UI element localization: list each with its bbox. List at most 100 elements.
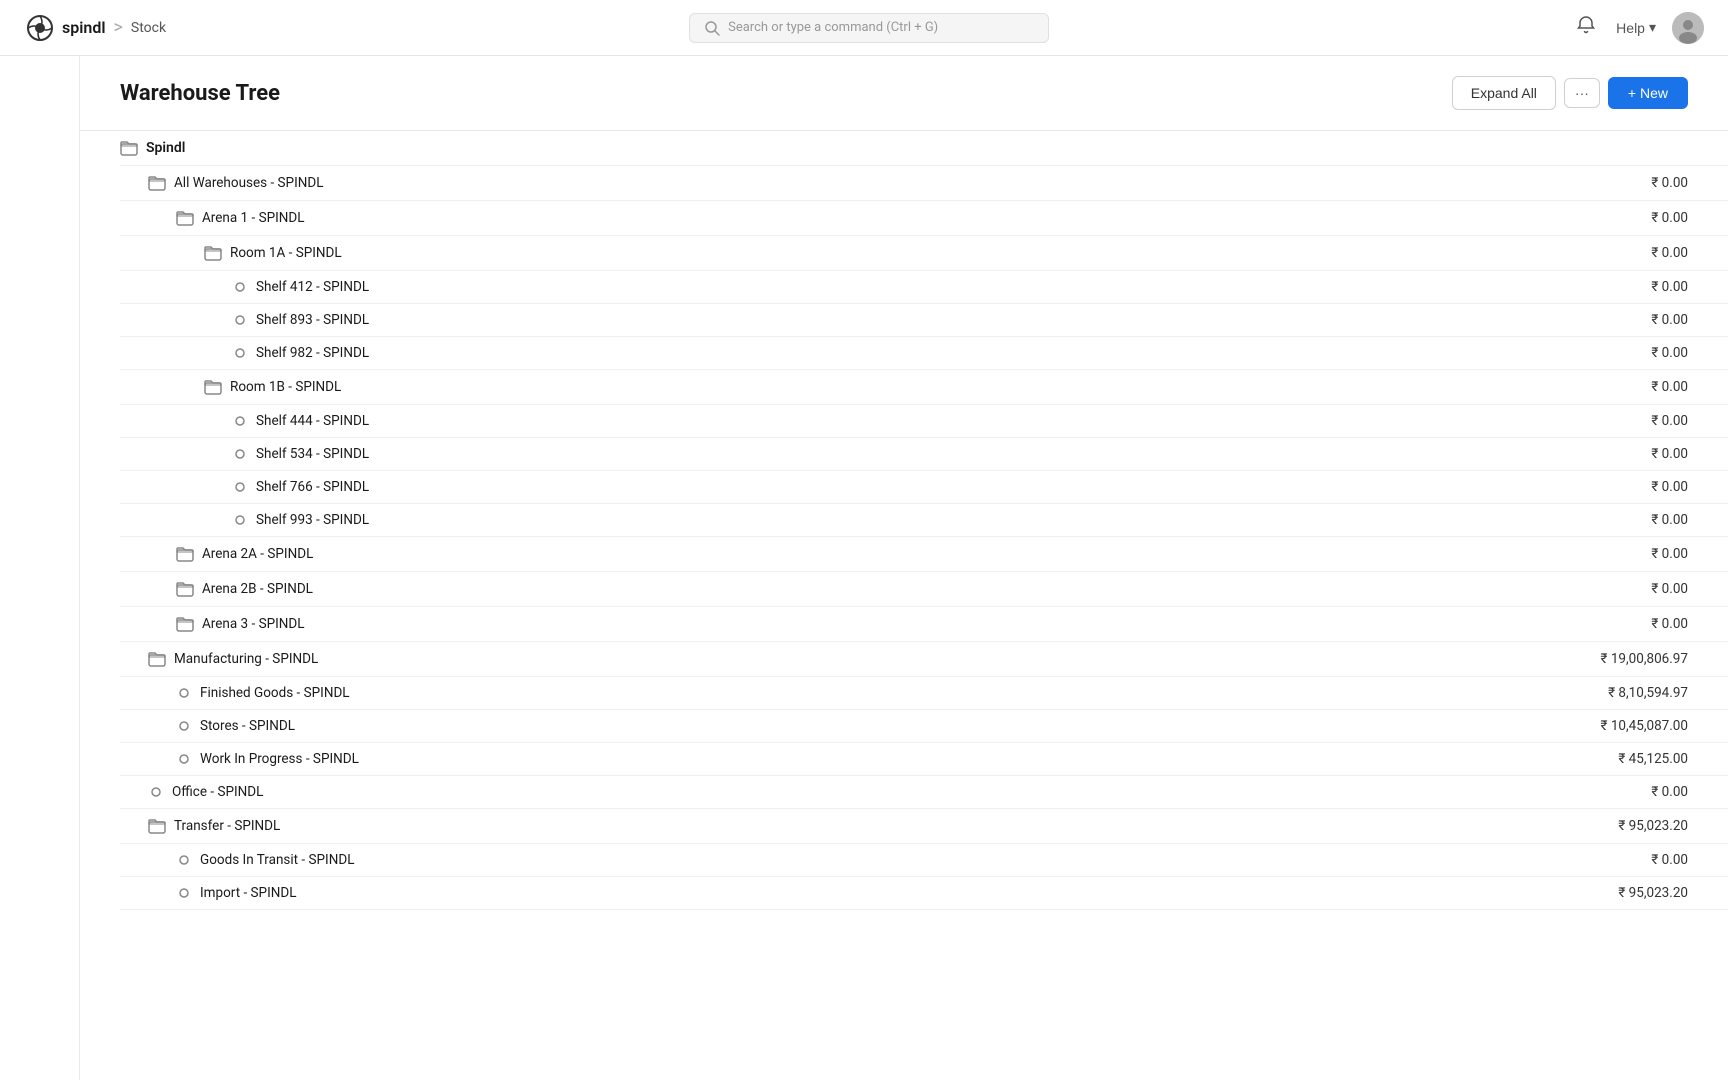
- tree-label-arena1: Arena 1 - SPINDL: [202, 210, 305, 226]
- tree-label-shelf766: Shelf 766 - SPINDL: [256, 479, 369, 495]
- tree-value-stores: ₹ 10,45,087.00: [1601, 718, 1689, 734]
- tree-value-transfer: ₹ 95,023.20: [1618, 818, 1688, 834]
- page-wrapper: Warehouse Tree Expand All ··· + New Spin…: [0, 56, 1728, 1080]
- tree-container: SpindlAll Warehouses - SPINDL₹ 0.00Arena…: [80, 131, 1728, 910]
- tree-label-stores: Stores - SPINDL: [200, 718, 295, 734]
- tree-value-office: ₹ 0.00: [1651, 784, 1688, 800]
- dot-icon-goods-in-transit: [176, 852, 192, 868]
- help-label: Help: [1616, 20, 1645, 36]
- dot-icon-stores: [176, 718, 192, 734]
- tree-label-all-warehouses: All Warehouses - SPINDL: [174, 175, 324, 191]
- tree-label-shelf534: Shelf 534 - SPINDL: [256, 446, 369, 462]
- tree-row-manufacturing[interactable]: Manufacturing - SPINDL ₹ 19,00,806.97: [120, 642, 1728, 677]
- search-bar[interactable]: Search or type a command (Ctrl + G): [689, 13, 1049, 43]
- folder-icon-transfer: [148, 817, 166, 835]
- tree-row-shelf893[interactable]: Shelf 893 - SPINDL₹ 0.00: [120, 304, 1728, 337]
- new-button[interactable]: + New: [1608, 77, 1688, 109]
- tree-label-goods-in-transit: Goods In Transit - SPINDL: [200, 852, 354, 868]
- tree-row-goods-in-transit[interactable]: Goods In Transit - SPINDL ₹ 0.00: [120, 844, 1728, 877]
- tree-value-arena1: ₹ 0.00: [1651, 210, 1688, 226]
- sidebar-strip: [0, 56, 80, 1080]
- folder-icon-arena1: [176, 209, 194, 227]
- tree-row-room1a[interactable]: Room 1A - SPINDL ₹ 0.00: [120, 236, 1728, 271]
- tree-row-transfer[interactable]: Transfer - SPINDL ₹ 95,023.20: [120, 809, 1728, 844]
- tree-value-goods-in-transit: ₹ 0.00: [1651, 852, 1688, 868]
- tree-label-transfer: Transfer - SPINDL: [174, 818, 280, 834]
- tree-row-arena3[interactable]: Arena 3 - SPINDL₹ 0.00: [120, 607, 1728, 642]
- tree-row-all-warehouses[interactable]: All Warehouses - SPINDL₹ 0.00: [120, 166, 1728, 201]
- help-button[interactable]: Help ▾: [1616, 19, 1656, 36]
- tree-value-shelf982: ₹ 0.00: [1651, 345, 1688, 361]
- tree-label-shelf444: Shelf 444 - SPINDL: [256, 413, 369, 429]
- dot-icon-shelf993: [232, 512, 248, 528]
- tree-value-shelf766: ₹ 0.00: [1651, 479, 1688, 495]
- tree-row-arena2b[interactable]: Arena 2B - SPINDL₹ 0.00: [120, 572, 1728, 607]
- tree-row-stores[interactable]: Stores - SPINDL ₹ 10,45,087.00: [120, 710, 1728, 743]
- tree-row-shelf766[interactable]: Shelf 766 - SPINDL ₹ 0.00: [120, 471, 1728, 504]
- page-title: Warehouse Tree: [120, 81, 280, 106]
- folder-icon-arena2a: [176, 545, 194, 563]
- avatar-image: [1672, 12, 1704, 44]
- breadcrumb-stock[interactable]: Stock: [131, 20, 166, 36]
- tree-label-shelf412: Shelf 412 - SPINDL: [256, 279, 369, 295]
- dot-icon-office: [148, 784, 164, 800]
- tree-value-room1b: ₹ 0.00: [1651, 379, 1688, 395]
- tree-value-shelf893: ₹ 0.00: [1651, 312, 1688, 328]
- tree-row-room1b[interactable]: Room 1B - SPINDL ₹ 0.00: [120, 370, 1728, 405]
- tree-value-shelf444: ₹ 0.00: [1651, 413, 1688, 429]
- folder-icon-all-warehouses: [148, 174, 166, 192]
- navbar-center: Search or type a command (Ctrl + G): [166, 13, 1572, 43]
- tree-label-office: Office - SPINDL: [172, 784, 263, 800]
- tree-row-shelf444[interactable]: Shelf 444 - SPINDL ₹ 0.00: [120, 405, 1728, 438]
- search-icon: [704, 20, 720, 36]
- dot-icon-shelf982: [232, 345, 248, 361]
- tree-row-finished-goods[interactable]: Finished Goods - SPINDL₹ 8,10,594.97: [120, 677, 1728, 710]
- tree-label-shelf993: Shelf 993 - SPINDL: [256, 512, 369, 528]
- tree-row-spindl[interactable]: Spindl: [120, 131, 1728, 166]
- tree-row-shelf982[interactable]: Shelf 982 - SPINDL₹ 0.00: [120, 337, 1728, 370]
- avatar[interactable]: [1672, 12, 1704, 44]
- dot-icon-shelf766: [232, 479, 248, 495]
- expand-all-button[interactable]: Expand All: [1452, 76, 1556, 110]
- dot-icon-finished-goods: [176, 685, 192, 701]
- tree-row-arena2a[interactable]: Arena 2A - SPINDL ₹ 0.00: [120, 537, 1728, 572]
- brand-logo-link[interactable]: spindl: [24, 12, 105, 44]
- folder-icon-arena2b: [176, 580, 194, 598]
- tree-value-manufacturing: ₹ 19,00,806.97: [1601, 651, 1689, 667]
- tree-label-arena2a: Arena 2A - SPINDL: [202, 546, 313, 562]
- dot-icon-shelf412: [232, 279, 248, 295]
- tree-label-wip: Work In Progress - SPINDL: [200, 751, 359, 767]
- navbar: spindl > Stock Search or type a command …: [0, 0, 1728, 56]
- more-options-button[interactable]: ···: [1564, 78, 1600, 108]
- tree-label-manufacturing: Manufacturing - SPINDL: [174, 651, 318, 667]
- main-area: Warehouse Tree Expand All ··· + New Spin…: [80, 56, 1728, 1080]
- brand-name: spindl: [62, 18, 105, 37]
- bell-icon: [1576, 15, 1596, 35]
- dot-icon-shelf893: [232, 312, 248, 328]
- notifications-button[interactable]: [1572, 11, 1600, 44]
- tree-value-room1a: ₹ 0.00: [1651, 245, 1688, 261]
- tree-row-import[interactable]: Import - SPINDL₹ 95,023.20: [120, 877, 1728, 910]
- tree-value-wip: ₹ 45,125.00: [1618, 751, 1688, 767]
- tree-row-shelf412[interactable]: Shelf 412 - SPINDL ₹ 0.00: [120, 271, 1728, 304]
- dot-icon-wip: [176, 751, 192, 767]
- tree-value-shelf412: ₹ 0.00: [1651, 279, 1688, 295]
- tree-row-office[interactable]: Office - SPINDL ₹ 0.00: [120, 776, 1728, 809]
- help-chevron-icon: ▾: [1649, 19, 1656, 36]
- tree-row-shelf534[interactable]: Shelf 534 - SPINDL ₹ 0.00: [120, 438, 1728, 471]
- tree-value-arena2a: ₹ 0.00: [1651, 546, 1688, 562]
- tree-row-wip[interactable]: Work In Progress - SPINDL ₹ 45,125.00: [120, 743, 1728, 776]
- tree-value-arena3: ₹ 0.00: [1651, 616, 1688, 632]
- folder-icon-manufacturing: [148, 650, 166, 668]
- dot-icon-import: [176, 885, 192, 901]
- tree-label-import: Import - SPINDL: [200, 885, 297, 901]
- folder-icon-spindl: [120, 139, 138, 157]
- tree-label-spindl: Spindl: [146, 140, 185, 156]
- spindl-logo-icon: [24, 12, 56, 44]
- tree-label-room1a: Room 1A - SPINDL: [230, 245, 342, 261]
- tree-row-shelf993[interactable]: Shelf 993 - SPINDL₹ 0.00: [120, 504, 1728, 537]
- tree-label-room1b: Room 1B - SPINDL: [230, 379, 341, 395]
- folder-icon-arena3: [176, 615, 194, 633]
- tree-value-shelf534: ₹ 0.00: [1651, 446, 1688, 462]
- tree-row-arena1[interactable]: Arena 1 - SPINDL ₹ 0.00: [120, 201, 1728, 236]
